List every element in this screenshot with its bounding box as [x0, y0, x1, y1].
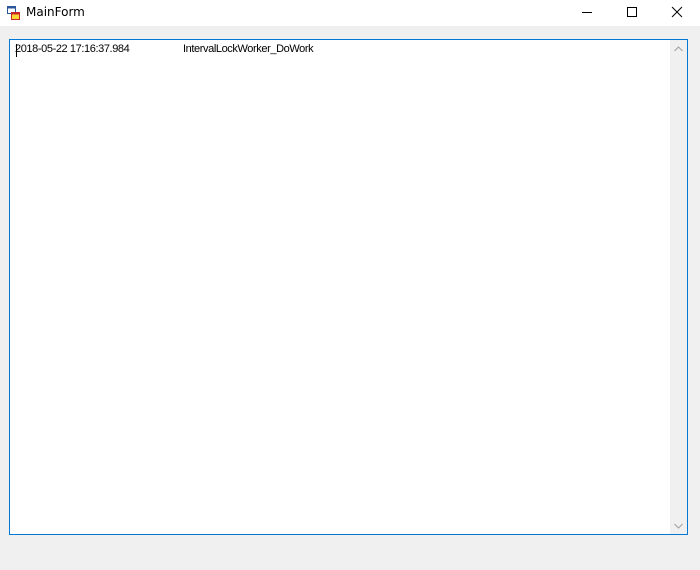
- minimize-button[interactable]: [564, 0, 610, 24]
- maximize-icon: [627, 7, 637, 17]
- maximize-button[interactable]: [609, 0, 655, 24]
- vertical-scrollbar[interactable]: [670, 40, 687, 534]
- close-icon: [671, 6, 683, 18]
- log-textbox[interactable]: 2018-05-22 17:16:37.984 IntervalLockWork…: [9, 39, 688, 535]
- log-message: IntervalLockWorker_DoWork: [183, 43, 314, 55]
- text-caret: [16, 44, 17, 57]
- minimize-icon: [582, 12, 592, 13]
- scroll-down-button[interactable]: [670, 517, 687, 534]
- log-timestamp: 2018-05-22 17:16:37.984: [15, 43, 130, 55]
- scroll-up-button[interactable]: [670, 40, 687, 57]
- chevron-down-icon: [674, 523, 683, 529]
- main-window: MainForm 2018-05-22 17:16:37.984 Interva…: [0, 0, 700, 570]
- window-title: MainForm: [26, 5, 85, 19]
- log-text-area[interactable]: 2018-05-22 17:16:37.984 IntervalLockWork…: [11, 41, 671, 533]
- close-button[interactable]: [654, 0, 700, 24]
- app-icon[interactable]: [7, 5, 20, 20]
- title-bar[interactable]: MainForm: [0, 0, 700, 26]
- chevron-up-icon: [674, 45, 683, 51]
